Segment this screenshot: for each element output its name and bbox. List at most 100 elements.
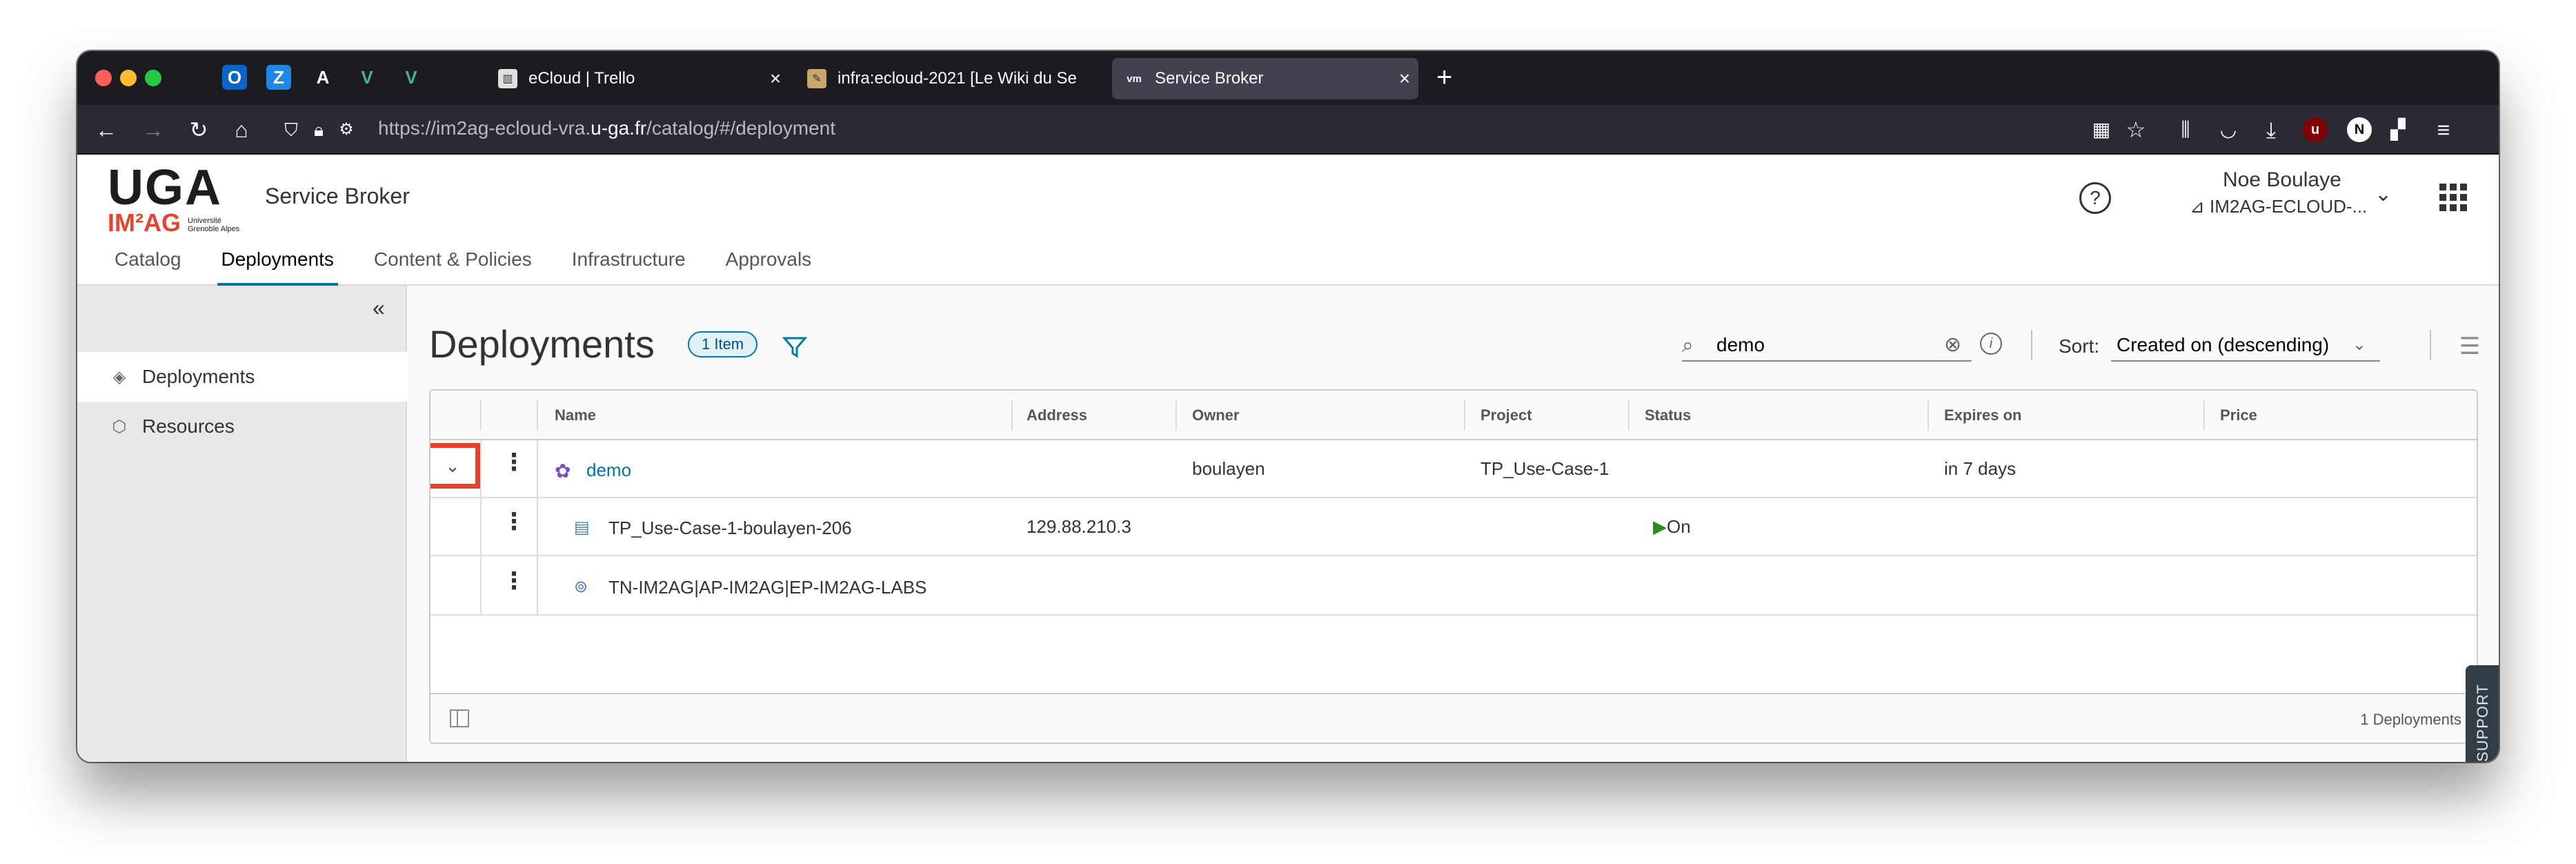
chevron-down-icon: ⌄	[445, 455, 460, 476]
extensions-icon[interactable]: ▞	[2384, 116, 2412, 144]
table-row[interactable]: ⌄ ⋮ ✿ demo boulayen TP_Use-Case-1 in 7 d…	[430, 440, 2477, 498]
zoho-icon[interactable]: Z	[266, 65, 291, 90]
shield-icon[interactable]: ⛉	[277, 116, 305, 144]
library-icon[interactable]: ⫼	[2172, 116, 2199, 144]
divider	[2430, 330, 2431, 360]
project-cell: TP_Use-Case-1	[1480, 458, 1609, 479]
close-tab-icon[interactable]: ×	[762, 68, 789, 90]
tab-trello[interactable]: ▥ eCloud | Trello ×	[486, 58, 789, 99]
app-header: UGA IM²AG Université Grenoble Alpes Serv…	[77, 155, 2499, 287]
app-name: Service Broker	[265, 184, 410, 208]
org-name[interactable]: ⊿ IM2AG-ECLOUD-...	[2190, 196, 2367, 217]
deployments-grid: Name Address Owner Project Status Expire…	[429, 389, 2478, 744]
sidebar: « ◈ Deployments ⬡ Resources	[77, 286, 407, 762]
card-view-icon[interactable]: ▦	[2495, 333, 2499, 360]
outlook-icon[interactable]: O	[222, 65, 247, 90]
vue-icon-2[interactable]: V	[399, 65, 424, 90]
menu-icon[interactable]: ≡	[2430, 116, 2457, 144]
vue-icon[interactable]: V	[355, 65, 379, 90]
deployment-icon: ✿	[555, 460, 571, 482]
home-icon[interactable]: ⌂	[228, 116, 255, 144]
ublock-icon[interactable]: u	[2303, 117, 2328, 142]
back-icon[interactable]: ←	[92, 116, 120, 144]
page-title: Deployments	[429, 322, 655, 366]
address-bar: ← → ↻ ⌂ ⛉ 🔒︎ ⚙ https://im2ag-ecloud-vra.…	[77, 105, 2499, 155]
sidebar-item-deployments[interactable]: ◈ Deployments	[77, 352, 407, 402]
help-icon[interactable]: ?	[2079, 182, 2111, 214]
bookmark-star-icon[interactable]: ☆	[2122, 116, 2150, 144]
qr-icon[interactable]: ▦	[2088, 116, 2115, 144]
expand-row-button[interactable]: ⌄	[430, 443, 480, 489]
column-header-expires[interactable]: Expires on	[1944, 391, 2021, 440]
tab-catalog[interactable]: Catalog	[115, 246, 181, 286]
expires-cell: in 7 days	[1944, 458, 2017, 479]
vm-icon: ▤	[574, 518, 590, 537]
column-toggle-icon[interactable]	[450, 709, 469, 727]
sort-label: Sort:	[2059, 335, 2100, 357]
forward-icon[interactable]: →	[139, 116, 167, 144]
column-header-status[interactable]: Status	[1645, 391, 1691, 440]
column-header-project[interactable]: Project	[1480, 391, 1532, 440]
tab-infrastructure[interactable]: Infrastructure	[572, 246, 686, 286]
search-icon: ⌕	[1682, 334, 1694, 357]
url-field[interactable]: https://im2ag-ecloud-vra.u-ga.fr/catalog…	[378, 117, 835, 139]
filter-icon[interactable]	[781, 333, 809, 360]
play-icon: ▶	[1653, 516, 1667, 537]
vmware-icon: vm	[1127, 72, 1142, 85]
column-header-owner[interactable]: Owner	[1192, 391, 1239, 440]
search-box: ⌕ ⊗	[1682, 331, 1972, 362]
deployment-name-link[interactable]: demo	[586, 460, 631, 481]
main-tabs: Catalog Deployments Content & Policies I…	[115, 246, 851, 287]
tab-service-broker[interactable]: vm Service Broker ×	[1112, 58, 1418, 99]
close-tab-icon[interactable]: ×	[1391, 68, 1418, 90]
cube-icon: ⬡	[112, 417, 127, 436]
trello-icon: ▥	[498, 69, 517, 88]
tab-deployments[interactable]: Deployments	[217, 246, 339, 287]
tab-wiki[interactable]: ✎ infra:ecloud-2021 [Le Wiki du Se ×	[795, 58, 1167, 99]
reload-icon[interactable]: ↻	[185, 116, 212, 144]
deployments-icon: ◈	[112, 367, 126, 386]
minimize-window-button[interactable]	[120, 70, 137, 86]
table-row[interactable]: ⋮ ⊚ TN-IM2AG|AP-IM2AG|EP-IM2AG-LABS	[430, 556, 2477, 616]
browser-window: O Z A V V ▥ eCloud | Trello × ✎ infra:ec…	[77, 51, 2499, 762]
chevron-down-icon[interactable]: ⌄	[2375, 182, 2392, 206]
support-panel-toggle[interactable]: SUPPORT «	[2466, 665, 2499, 762]
app-switcher-icon[interactable]	[2439, 184, 2467, 211]
row-actions-icon[interactable]: ⋮	[502, 451, 526, 474]
column-header-name[interactable]: Name	[555, 391, 596, 440]
close-window-button[interactable]	[95, 70, 112, 86]
clear-search-icon[interactable]: ⊗	[1944, 333, 1961, 357]
new-tab-button[interactable]: +	[1436, 63, 1452, 91]
grid-header: Name Address Owner Project Status Expire…	[430, 391, 2477, 440]
column-header-price[interactable]: Price	[2220, 391, 2257, 440]
uga-logo[interactable]: UGA IM²AG Université Grenoble Alpes	[108, 163, 266, 239]
user-name[interactable]: Noe Boulaye	[2223, 168, 2341, 192]
tab-bar: O Z A V V ▥ eCloud | Trello × ✎ infra:ec…	[77, 51, 2499, 105]
row-actions-icon[interactable]: ⋮	[502, 510, 526, 533]
download-icon[interactable]: ⤓	[2257, 116, 2285, 144]
address-cell: 129.88.210.3	[1027, 516, 1131, 537]
status-cell: ▶On	[1653, 516, 1691, 537]
resource-name[interactable]: TN-IM2AG|AP-IM2AG|EP-IM2AG-LABS	[608, 577, 927, 598]
tab-approvals[interactable]: Approvals	[726, 246, 812, 286]
collapse-sidebar-icon[interactable]: «	[373, 295, 385, 321]
resource-name[interactable]: TP_Use-Case-1-boulayen-206	[608, 518, 852, 539]
row-actions-icon[interactable]: ⋮	[502, 569, 526, 593]
wiki-icon: ✎	[807, 69, 826, 88]
column-header-address[interactable]: Address	[1027, 391, 1087, 440]
notion-icon[interactable]: N	[2347, 117, 2372, 142]
tab-content-policies[interactable]: Content & Policies	[374, 246, 532, 286]
list-view-icon[interactable]: ☰	[2456, 333, 2484, 360]
search-input[interactable]	[1716, 334, 1937, 356]
adobe-icon[interactable]: A	[310, 65, 335, 90]
maximize-window-button[interactable]	[145, 70, 161, 86]
lock-icon[interactable]: 🔒︎	[305, 116, 333, 144]
permissions-icon[interactable]: ⚙	[333, 116, 360, 144]
pocket-icon[interactable]: ◡	[2215, 116, 2242, 144]
grid-footer: 1 Deployments	[430, 693, 2477, 743]
sort-select[interactable]: Created on (descending) ⌄	[2111, 331, 2380, 362]
info-icon[interactable]: i	[1980, 333, 2002, 355]
sidebar-item-resources[interactable]: ⬡ Resources	[77, 402, 407, 451]
count-badge: 1 Item	[688, 331, 758, 357]
table-row[interactable]: ⋮ ▤ TP_Use-Case-1-boulayen-206 129.88.21…	[430, 498, 2477, 556]
